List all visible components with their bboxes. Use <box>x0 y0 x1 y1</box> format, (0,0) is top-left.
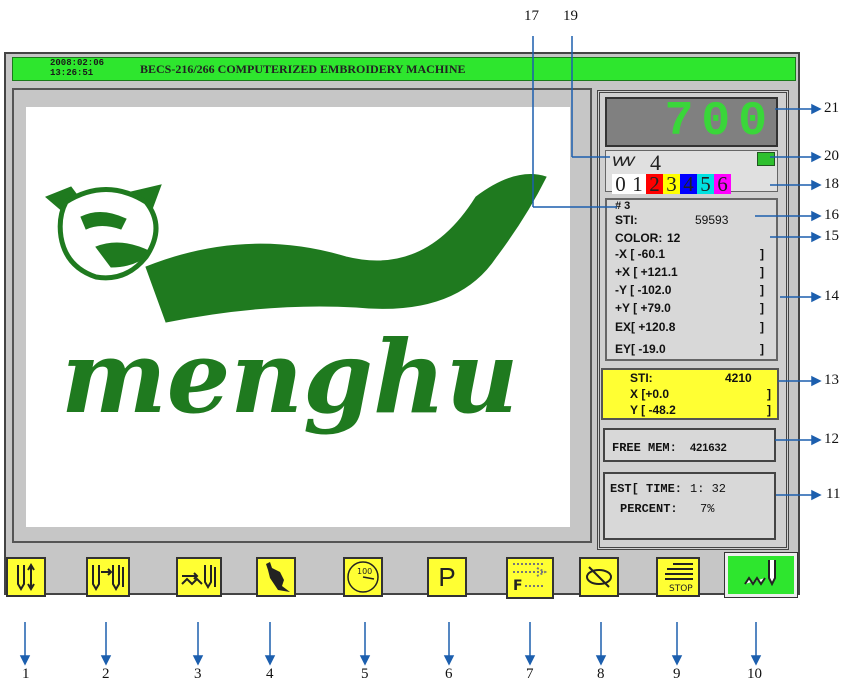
callout-10: 10 <box>747 666 762 682</box>
callout-17: 17 <box>524 8 539 24</box>
callout-14: 14 <box>824 288 839 304</box>
callout-3: 3 <box>194 666 202 682</box>
callout-11: 11 <box>826 486 841 502</box>
callout-arrows <box>19 36 822 666</box>
callout-21: 21 <box>824 100 839 116</box>
callout-6: 6 <box>445 666 453 682</box>
callout-19: 19 <box>563 8 578 24</box>
callout-5: 5 <box>361 666 369 682</box>
callout-20: 20 <box>824 148 839 164</box>
callout-13: 13 <box>824 372 839 388</box>
callout-9: 9 <box>673 666 681 682</box>
callout-18: 18 <box>824 176 839 192</box>
callout-7: 7 <box>526 666 534 682</box>
callout-4: 4 <box>266 666 274 682</box>
callout-2: 2 <box>102 666 110 682</box>
callout-1: 1 <box>22 666 30 682</box>
callout-8: 8 <box>597 666 605 682</box>
callout-15: 15 <box>824 228 839 244</box>
callout-16: 16 <box>824 207 839 223</box>
callout-12: 12 <box>824 431 839 447</box>
